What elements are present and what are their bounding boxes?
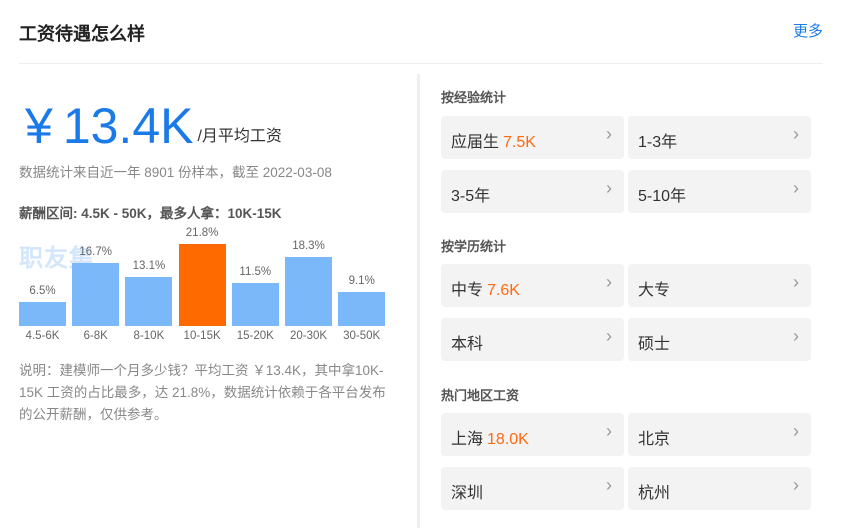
bar-category-label: 10-15K xyxy=(183,330,221,342)
chart-bar xyxy=(285,257,332,326)
region-item[interactable]: 上海 18.0K › xyxy=(441,413,624,456)
bar-category-label: 15-20K xyxy=(236,330,274,342)
region-label: 北京 xyxy=(638,431,671,448)
education-item[interactable]: 中专 7.6K › xyxy=(441,264,624,307)
chart-bar xyxy=(19,301,66,326)
salary-breakdown: 按经验统计 应届生 7.5K › 1-3年 › 3-5年 › 5-10年 › 按学… xyxy=(441,64,813,528)
experience-section-title: 按经验统计 xyxy=(441,90,507,105)
average-salary-value: 13.4K xyxy=(62,98,194,154)
section-title: 工资待遇怎么样 xyxy=(19,24,145,44)
experience-label: 1-3年 xyxy=(638,134,678,151)
experience-item[interactable]: 应届生 7.5K › xyxy=(441,116,624,159)
chart-bar xyxy=(338,291,386,326)
region-item[interactable]: 深圳 › xyxy=(441,467,624,510)
chevron-right-icon: › xyxy=(793,421,799,441)
currency-symbol: ¥ xyxy=(25,98,53,154)
column-divider xyxy=(417,74,420,528)
chevron-right-icon: › xyxy=(606,421,612,441)
experience-label: 5-10年 xyxy=(638,188,687,205)
region-label: 上海 xyxy=(451,431,484,448)
bar-value-label: 13.1% xyxy=(132,259,166,272)
chevron-right-icon: › xyxy=(606,272,612,292)
bar-value-label: 16.7% xyxy=(79,246,112,259)
education-section-title: 按学历统计 xyxy=(441,239,507,254)
experience-label: 应届生 xyxy=(451,134,500,151)
bar-value-label: 11.5% xyxy=(239,265,272,278)
more-link[interactable]: 更多 xyxy=(793,20,823,41)
education-label: 大专 xyxy=(638,282,671,299)
bar-value-label: 6.5% xyxy=(29,284,56,297)
bar-category-label: 20-30K xyxy=(289,330,328,342)
regions-section-title: 热门地区工资 xyxy=(441,388,520,403)
chevron-right-icon: › xyxy=(793,326,799,346)
chevron-right-icon: › xyxy=(793,475,799,495)
salary-range: 薪酬区间: 4.5K - 50K，最多人拿：10K-15K xyxy=(19,206,282,221)
average-salary: ¥ 13.4K /月平均工资 xyxy=(25,94,282,154)
salary-description: 说明：建模师一个月多少钱？平均工资 ￥13.4K，其中拿10K-15K 工资的占… xyxy=(19,363,386,422)
bar-value-label: 18.3% xyxy=(292,240,325,253)
bar-category-label: 8-10K xyxy=(133,330,165,342)
education-item[interactable]: 大专 › xyxy=(628,264,811,307)
bar-value-label: 9.1% xyxy=(348,274,375,287)
region-item[interactable]: 杭州 › xyxy=(628,467,811,510)
average-salary-unit: /月平均工资 xyxy=(197,128,282,145)
region-label: 深圳 xyxy=(451,485,484,502)
salary-overview: ¥ 13.4K /月平均工资 数据统计来自近一年 8901 份样本，截至 202… xyxy=(0,64,415,528)
chart-bar xyxy=(72,263,120,326)
bar-category-label: 4.5-6K xyxy=(25,330,60,342)
education-value: 7.6K xyxy=(487,282,520,299)
experience-label: 3-5年 xyxy=(451,188,491,205)
experience-value: 7.5K xyxy=(503,134,536,151)
chevron-right-icon: › xyxy=(606,475,612,495)
experience-item[interactable]: 5-10年 › xyxy=(628,170,811,213)
chevron-right-icon: › xyxy=(606,124,612,144)
experience-item[interactable]: 1-3年 › xyxy=(628,116,811,159)
chevron-right-icon: › xyxy=(793,272,799,292)
chart-bar xyxy=(125,276,173,326)
chevron-right-icon: › xyxy=(606,326,612,346)
education-item[interactable]: 本科 › xyxy=(441,318,624,361)
region-item[interactable]: 北京 › xyxy=(628,413,811,456)
bar-category-label: 30-50K xyxy=(343,330,381,342)
chevron-right-icon: › xyxy=(606,178,612,198)
experience-item[interactable]: 3-5年 › xyxy=(441,170,624,213)
data-source-note: 数据统计来自近一年 8901 份样本，截至 2022-03-08 xyxy=(19,165,332,180)
salary-distribution-chart: 职友集 6.5% 4.5-6K 16.7% 6-8K 13.1% 8-10K 21.8% 10… xyxy=(19,227,386,352)
education-label: 本科 xyxy=(451,336,484,353)
chevron-right-icon: › xyxy=(793,124,799,144)
chart-bar xyxy=(231,282,279,326)
section-header: 工资待遇怎么样 更多 xyxy=(0,0,842,64)
chart-bar xyxy=(178,244,226,326)
chevron-right-icon: › xyxy=(793,178,799,198)
region-label: 杭州 xyxy=(638,485,671,502)
education-label: 硕士 xyxy=(638,336,671,353)
education-item[interactable]: 硕士 › xyxy=(628,318,811,361)
education-label: 中专 xyxy=(451,282,484,299)
bar-category-label: 6-8K xyxy=(83,330,108,342)
region-value: 18.0K xyxy=(487,431,529,448)
bar-value-label: 21.8% xyxy=(185,227,219,239)
